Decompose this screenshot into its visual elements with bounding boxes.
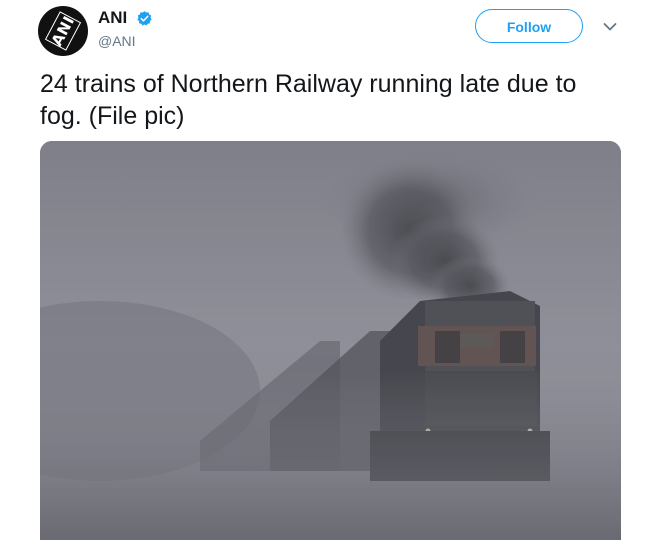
tweet-text: 24 trains of Northern Railway running la… [40, 70, 577, 130]
user-info: ANI @ANI [98, 8, 153, 49]
avatar[interactable]: ANI [38, 6, 88, 56]
foggy-train-photo [40, 141, 621, 540]
display-name[interactable]: ANI [98, 8, 127, 28]
tweet-card: ANI ANI @ANI Follow 24 trains of Norther… [0, 0, 650, 540]
chevron-down-icon[interactable] [603, 22, 617, 32]
follow-button[interactable]: Follow [475, 9, 583, 43]
tweet-photo[interactable] [40, 141, 621, 540]
user-handle[interactable]: @ANI [98, 33, 153, 49]
verified-badge-icon [137, 10, 152, 26]
